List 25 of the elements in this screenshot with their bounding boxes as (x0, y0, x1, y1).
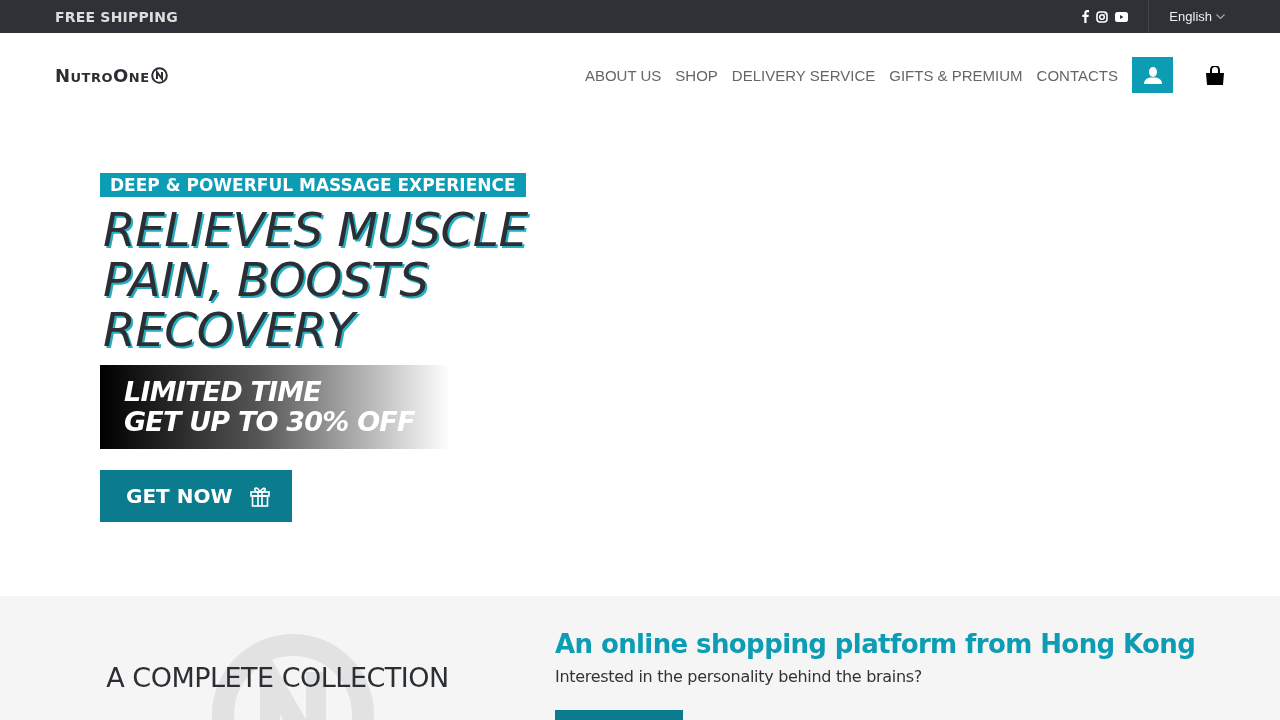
hero-headline: RELIEVES MUSCLE PAIN, BOOSTS RECOVERY (103, 205, 528, 355)
nav-link[interactable]: CONTACTS (1036, 66, 1118, 84)
section-title: An online shopping platform from Hong Kong (555, 629, 1196, 659)
offer-text: LIMITED TIME (124, 377, 323, 407)
get-now-button[interactable]: GET NOW (100, 470, 293, 522)
free-shipping-text: FREE SHIPPING (55, 8, 178, 25)
chevron-down-icon (1216, 13, 1225, 20)
tagline-label: DEEP & POWERFUL MASSAGE EXPERIENCE (100, 173, 526, 197)
nav-link[interactable]: DELIVERY SERVICE (731, 66, 876, 84)
facebook-icon[interactable] (1082, 10, 1090, 23)
nav-link[interactable]: GIFTS & PREMIUM (889, 66, 1023, 84)
nav-link[interactable]: SHOP (675, 66, 718, 84)
shopping-bag-icon[interactable] (1205, 65, 1225, 85)
instagram-icon[interactable] (1096, 10, 1109, 23)
logo-mark-icon (150, 66, 168, 84)
offer-text: GET UP TO 30% OFF (124, 407, 416, 437)
brand-logo[interactable]: NutroOne (55, 64, 168, 86)
collection-heading: A COMPLETE COLLECTION (106, 661, 449, 695)
language-selector[interactable]: English (1149, 9, 1225, 24)
account-button[interactable] (1132, 57, 1173, 93)
user-icon (1143, 66, 1162, 84)
nav-link[interactable]: ABOUT US (584, 66, 662, 84)
video-play-icon[interactable] (1115, 11, 1129, 22)
section-subtitle: Interested in the personality behind the brains? (555, 667, 923, 686)
gift-icon (250, 485, 271, 507)
